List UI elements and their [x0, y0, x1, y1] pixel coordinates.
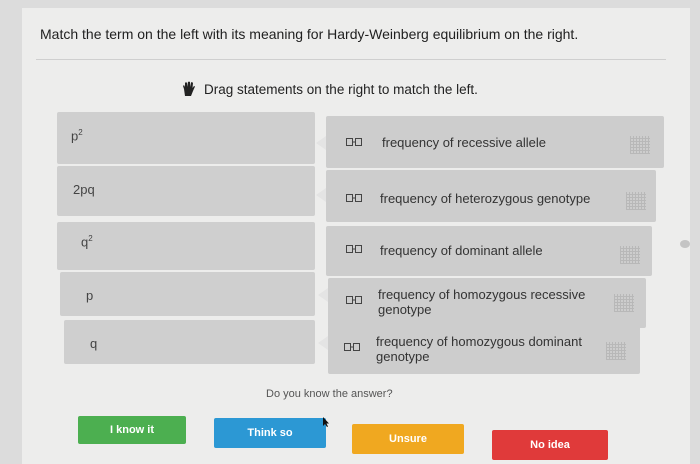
statement-text: frequency of recessive allele: [382, 135, 547, 150]
grip-icon: [614, 294, 634, 312]
statement-text: frequency of homozygous dominant genotyp…: [376, 334, 582, 364]
term-box-p-squared: p2: [57, 112, 315, 164]
term-label: 2pq: [73, 182, 95, 197]
drag-handle-icon: [346, 138, 362, 146]
drag-handle-icon: [346, 245, 362, 253]
statement-text: frequency of homozygous recessive genoty…: [378, 287, 586, 317]
i-know-it-button[interactable]: I know it: [78, 416, 186, 444]
instruction: Drag statements on the right to match th…: [182, 81, 478, 97]
grip-icon: [606, 342, 626, 360]
statement-text: frequency of heterozygous genotype: [380, 191, 591, 206]
statement-homozygous-recessive[interactable]: frequency of homozygous recessive genoty…: [328, 278, 646, 328]
term-label: p2: [71, 128, 83, 144]
side-dot: [680, 240, 690, 248]
hand-icon: [183, 81, 195, 96]
grip-icon: [620, 246, 640, 264]
statement-dominant-allele[interactable]: frequency of dominant allele: [326, 226, 652, 276]
statement-text: frequency of dominant allele: [380, 243, 543, 258]
confidence-prompt: Do you know the answer?: [266, 388, 393, 400]
statement-heterozygous-genotype[interactable]: frequency of heterozygous genotype: [326, 170, 656, 222]
drag-handle-icon: [344, 343, 360, 351]
term-label: q2: [81, 234, 93, 250]
unsure-button[interactable]: Unsure: [352, 424, 464, 454]
term-box-q-squared: q2: [57, 222, 315, 270]
instruction-text: Drag statements on the right to match th…: [204, 81, 478, 97]
term-box-2pq: 2pq: [57, 166, 315, 216]
think-so-button[interactable]: Think so: [214, 418, 326, 448]
no-idea-button[interactable]: No idea: [492, 430, 608, 460]
statement-recessive-allele[interactable]: frequency of recessive allele: [326, 116, 664, 168]
divider: [36, 59, 666, 60]
term-label: q: [90, 336, 98, 351]
cursor-icon: [323, 417, 329, 427]
term-box-p: p: [60, 272, 315, 316]
question-text: Match the term on the left with its mean…: [40, 26, 579, 42]
grip-icon: [626, 192, 646, 210]
term-box-q: q: [64, 320, 315, 364]
grip-icon: [630, 136, 650, 154]
statement-homozygous-dominant[interactable]: frequency of homozygous dominant genotyp…: [328, 326, 640, 374]
drag-handle-icon: [346, 296, 362, 304]
drag-handle-icon: [346, 194, 362, 202]
term-label: p: [86, 288, 94, 303]
